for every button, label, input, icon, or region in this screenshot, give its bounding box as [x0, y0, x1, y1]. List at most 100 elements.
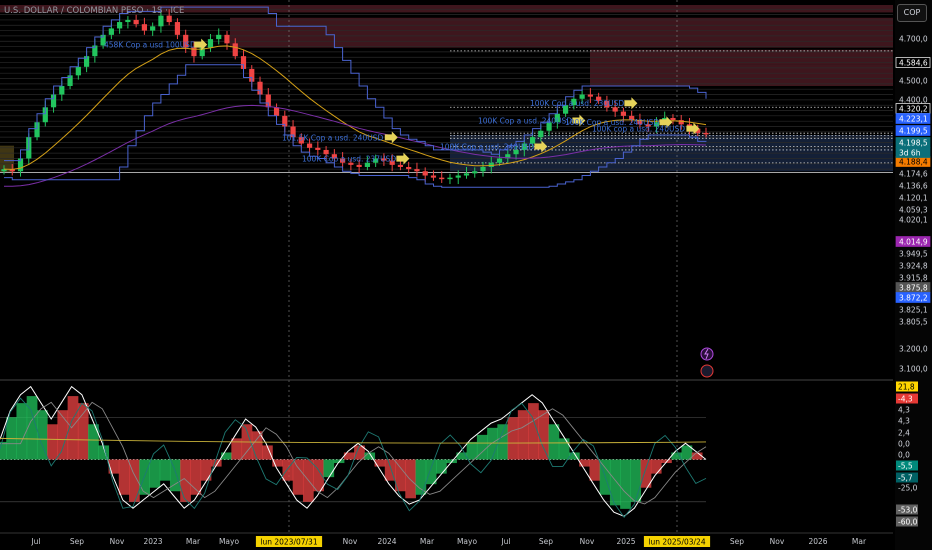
x-axis-label: Mar — [420, 537, 435, 546]
price-axis-label: 3.825,1 — [899, 306, 928, 315]
osc-histogram-bar — [323, 459, 335, 478]
resistance-zone — [230, 17, 893, 48]
price-candle — [463, 173, 470, 176]
x-axis-label: Jul — [500, 537, 510, 546]
price-candle — [422, 171, 428, 176]
price-candle — [414, 169, 420, 172]
price-candle — [158, 15, 164, 27]
price-tag-label: 3.875,8 — [899, 284, 928, 293]
price-candle — [406, 166, 412, 170]
price-candle — [620, 111, 627, 116]
price-candle — [216, 34, 222, 40]
x-axis-label: Sep — [730, 537, 744, 546]
price-axis-label: 4.174,6 — [899, 170, 928, 179]
price-candle — [108, 28, 114, 35]
price-candle — [141, 24, 147, 31]
osc-value-label: -60,0 — [898, 518, 918, 527]
price-axis-label: 3.949,5 — [899, 250, 928, 259]
osc-histogram-bar — [487, 427, 498, 460]
price-candle — [306, 143, 313, 148]
price-tag-label: 4.199,5 — [899, 127, 928, 136]
price-candle — [323, 149, 329, 155]
osc-value-label: -5,7 — [898, 474, 913, 483]
currency-button[interactable]: COP — [897, 4, 927, 22]
x-axis-label: Mar — [186, 537, 201, 546]
osc-axis-label: 0,0 — [898, 451, 910, 460]
price-axis-label: 4.700,0 — [899, 35, 928, 44]
price-tag-label: 4.014,9 — [899, 238, 928, 247]
osc-value-label: 21,8 — [898, 383, 915, 392]
x-axis-label: Nov — [110, 537, 125, 546]
price-tag-label: 4.188,4 — [899, 158, 928, 167]
price-axis-label: 4.120,1 — [899, 194, 928, 203]
osc-histogram-bar — [16, 403, 28, 460]
price-axis-label: 3.805,5 — [899, 318, 928, 327]
price-candle — [472, 171, 478, 174]
price-axis-label: 4.136,6 — [899, 182, 928, 191]
osc-histogram-bar — [118, 459, 130, 495]
order-annotation: 100K Cop a usd. 230USD — [530, 99, 624, 108]
crosshair-date-label: lun 2025/03/24 — [648, 538, 705, 547]
osc-histogram-bar — [466, 441, 478, 460]
osc-value-label: -53,0 — [898, 506, 918, 515]
osc-histogram-bar — [282, 459, 294, 481]
osc-histogram-bar — [159, 459, 171, 481]
us-flag-icon[interactable] — [700, 364, 714, 378]
osc-histogram-bar — [517, 410, 529, 460]
osc-histogram-bar — [149, 459, 161, 488]
osc-histogram-bar — [425, 459, 437, 485]
osc-histogram-bar — [88, 424, 99, 460]
price-candle — [125, 19, 131, 23]
price-axis-label: 4.059,3 — [899, 206, 928, 215]
price-candle — [117, 22, 123, 29]
price-candle — [59, 85, 65, 95]
price-candle — [166, 15, 172, 23]
order-annotation: 100K Cop a usd. 240USD — [478, 117, 572, 126]
price-axis-label: 3.200,0 — [899, 345, 928, 354]
osc-histogram-bar — [558, 438, 570, 460]
price-candle — [579, 94, 585, 99]
price-candle — [273, 107, 280, 116]
price-tag-label: 4.320,2 — [899, 105, 928, 114]
price-candle — [133, 19, 139, 25]
osc-histogram-bar — [47, 424, 58, 460]
osc-value-label: -4,3 — [898, 395, 913, 404]
osc-histogram-bar — [435, 459, 447, 474]
osc-histogram-bar — [630, 459, 642, 502]
price-candle — [356, 164, 362, 167]
osc-histogram-bar — [609, 459, 621, 506]
osc-axis-label: -25,0 — [898, 484, 918, 493]
trading-chart: 458K Cop a usd 100USD 100K Cop a usd. 230… — [0, 0, 932, 550]
price-candle — [439, 177, 445, 180]
price-axis-label: 4.020,1 — [899, 216, 928, 225]
price-axis-label: 3.100,0 — [899, 365, 928, 374]
price-candle — [224, 34, 230, 44]
price-candle — [174, 22, 181, 35]
price-candle — [455, 175, 461, 178]
osc-histogram-bar — [507, 417, 519, 460]
price-candle — [315, 147, 321, 150]
price-candle — [207, 39, 214, 48]
osc-histogram-bar — [57, 410, 69, 460]
osc-histogram-bar — [589, 459, 601, 481]
x-axis-label: Nov — [580, 537, 595, 546]
osc-histogram-bar — [77, 403, 89, 460]
osc-histogram-bar — [26, 396, 38, 460]
osc-value-label: -5,5 — [898, 462, 913, 471]
chart-canvas[interactable]: 458K Cop a usd 100USD 100K Cop a usd. 230… — [0, 0, 932, 550]
price-tag-label: 4.584,6 — [899, 59, 928, 68]
osc-histogram-bar — [538, 410, 550, 460]
x-axis-label: 2024 — [377, 537, 396, 546]
price-candle — [397, 164, 404, 167]
price-tag-label: 4.223,1 — [899, 115, 928, 124]
order-annotation: 458K Cop a usd 100USD — [104, 41, 196, 50]
price-candle — [447, 177, 453, 180]
price-candle — [430, 175, 437, 178]
x-axis-label: 2026 — [808, 537, 827, 546]
price-candle — [480, 166, 486, 172]
order-annotation: 100K Cop a usd. 237USD — [302, 155, 396, 164]
osc-histogram-bar — [548, 424, 560, 460]
osc-axis-label: 4,3 — [898, 406, 910, 415]
order-annotation: 100K Cop a usd. 240USD — [440, 143, 534, 152]
x-axis-label: Jul — [30, 537, 40, 546]
